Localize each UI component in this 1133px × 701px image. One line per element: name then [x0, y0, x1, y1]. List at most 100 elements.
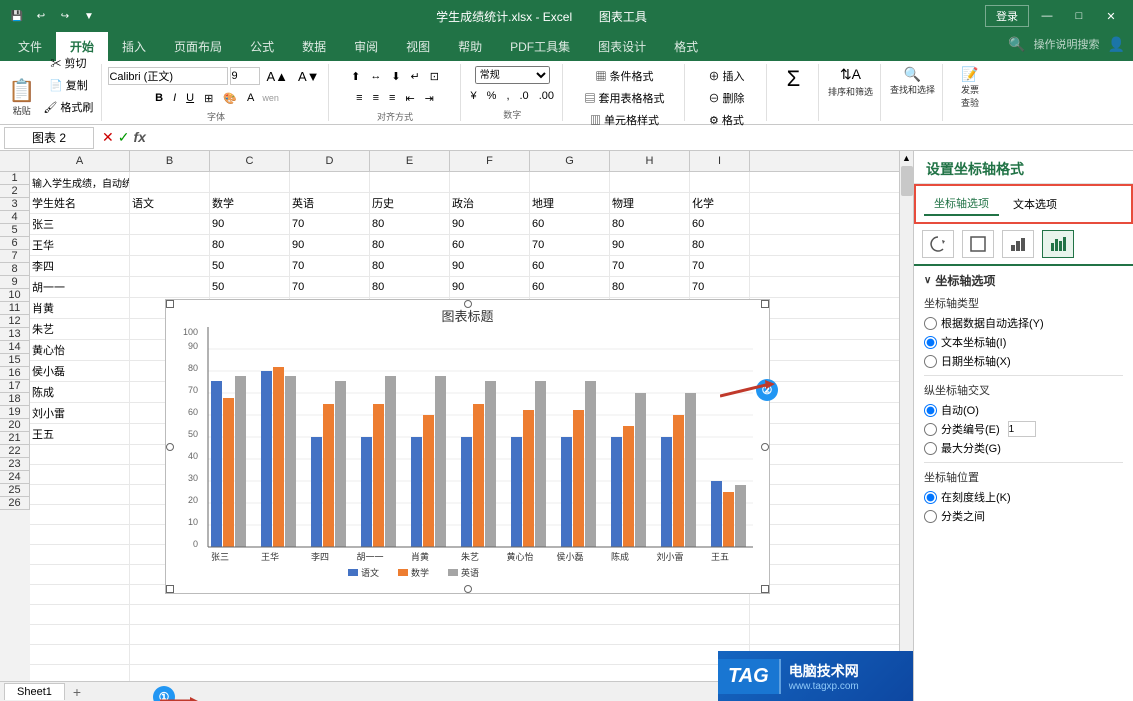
- cell-A5[interactable]: 李四: [30, 256, 130, 276]
- row-header-22[interactable]: 22: [0, 445, 30, 458]
- row-header-25[interactable]: 25: [0, 484, 30, 497]
- sort-btn[interactable]: ⇅A: [840, 66, 861, 83]
- panel-icon-chart-active[interactable]: [1042, 230, 1074, 258]
- font-size-down-btn[interactable]: A▼: [294, 66, 324, 86]
- align-top-btn[interactable]: ⬆: [347, 66, 364, 86]
- row-header-9[interactable]: 9: [0, 276, 30, 289]
- cell-C4[interactable]: 80: [210, 235, 290, 255]
- bold-btn[interactable]: B: [151, 88, 167, 108]
- add-sheet-btn[interactable]: +: [65, 682, 89, 701]
- indent-dec-btn[interactable]: ⇤: [401, 88, 418, 108]
- font-size-up-btn[interactable]: A▲: [262, 66, 292, 86]
- cell-F5[interactable]: 90: [450, 256, 530, 276]
- cell-G4[interactable]: 70: [530, 235, 610, 255]
- italic-btn[interactable]: I: [169, 88, 180, 108]
- cell-C1[interactable]: [210, 172, 290, 192]
- scroll-up-btn[interactable]: ▲: [900, 151, 913, 165]
- redo-icon[interactable]: ↪: [56, 7, 74, 25]
- cell-I6[interactable]: 70: [690, 277, 750, 297]
- insert-cells-btn[interactable]: ⊕ 插入: [704, 66, 748, 86]
- panel-icon-rotate[interactable]: [922, 230, 954, 258]
- row-header-20[interactable]: 20: [0, 419, 30, 432]
- radio-on-tick-input[interactable]: [924, 491, 937, 504]
- cell-B6[interactable]: [130, 277, 210, 297]
- tab-help[interactable]: 帮助: [444, 32, 496, 61]
- cell-H6[interactable]: 80: [610, 277, 690, 297]
- cell-A3[interactable]: 张三: [30, 214, 130, 234]
- radio-cat-num-input[interactable]: [924, 423, 937, 436]
- row-header-2[interactable]: 2: [0, 185, 30, 198]
- paste-btn[interactable]: 📋: [8, 78, 35, 104]
- cell-C5[interactable]: 50: [210, 256, 290, 276]
- search-icon[interactable]: 🔍: [1004, 32, 1029, 61]
- format-painter-btn[interactable]: 🖌 格式刷: [39, 97, 97, 117]
- cell-B3[interactable]: [130, 214, 210, 234]
- merge-btn[interactable]: ⊡: [426, 66, 443, 86]
- tab-pdf[interactable]: PDF工具集: [496, 32, 584, 61]
- user-icon[interactable]: 👤: [1104, 32, 1129, 61]
- fill-color-btn[interactable]: 🎨: [219, 88, 241, 108]
- cell-A10[interactable]: 侯小磊: [30, 361, 130, 381]
- tab-review[interactable]: 审阅: [340, 32, 392, 61]
- align-bottom-btn[interactable]: ⬇: [387, 66, 404, 86]
- cell-H2[interactable]: 物理: [610, 193, 690, 213]
- login-button[interactable]: 登录: [985, 5, 1029, 27]
- tab-view[interactable]: 视图: [392, 32, 444, 61]
- tab-insert[interactable]: 插入: [108, 32, 160, 61]
- cell-A15[interactable]: [30, 465, 130, 485]
- cell-E3[interactable]: 80: [370, 214, 450, 234]
- row-header-4[interactable]: 4: [0, 211, 30, 224]
- col-header-C[interactable]: C: [210, 151, 290, 171]
- align-right-btn[interactable]: ≡: [385, 88, 399, 108]
- cell-B5[interactable]: [130, 256, 210, 276]
- radio-text-input[interactable]: [924, 336, 937, 349]
- cell-E4[interactable]: 80: [370, 235, 450, 255]
- table-format-btn[interactable]: ▤ 套用表格格式: [580, 88, 668, 108]
- font-color-btn[interactable]: A: [243, 88, 258, 108]
- cell-B2[interactable]: 语文: [130, 193, 210, 213]
- chart-handle-bl[interactable]: [166, 585, 174, 593]
- maximize-button[interactable]: □: [1065, 5, 1093, 27]
- cat-num-input[interactable]: [1008, 421, 1036, 437]
- radio-max-cat-input[interactable]: [924, 442, 937, 455]
- row-header-1[interactable]: 1: [0, 172, 30, 185]
- cell-A1[interactable]: 输入学生成绩，自动统计学科的平均分等数据。班级：X年X班统计日期：X年X月X日: [30, 172, 130, 192]
- cell-A12[interactable]: 刘小雷: [30, 403, 130, 423]
- cell-D3[interactable]: 70: [290, 214, 370, 234]
- row-header-24[interactable]: 24: [0, 471, 30, 484]
- tab-chart-design[interactable]: 图表设计: [584, 32, 660, 61]
- chart-handle-tc[interactable]: [464, 300, 472, 308]
- cell-A14[interactable]: [30, 445, 130, 465]
- search-label[interactable]: 操作说明搜索: [1030, 32, 1104, 61]
- decimal-dec-btn[interactable]: .00: [535, 86, 558, 106]
- cell-A9[interactable]: 黄心怡: [30, 340, 130, 360]
- name-box[interactable]: [4, 127, 94, 149]
- cell-D5[interactable]: 70: [290, 256, 370, 276]
- grammar-btn[interactable]: 📝 发票 查验: [961, 66, 979, 109]
- scrollbar-thumb[interactable]: [901, 166, 913, 196]
- cell-F3[interactable]: 90: [450, 214, 530, 234]
- row-header-13[interactable]: 13: [0, 328, 30, 341]
- row-header-21[interactable]: 21: [0, 432, 30, 445]
- cell-H1[interactable]: [610, 172, 690, 192]
- col-header-H[interactable]: H: [610, 151, 690, 171]
- formula-cancel-icon[interactable]: ✕: [102, 129, 114, 146]
- chart-handle-ml[interactable]: [166, 443, 174, 451]
- tab-data[interactable]: 数据: [288, 32, 340, 61]
- cell-C2[interactable]: 数学: [210, 193, 290, 213]
- customize-icon[interactable]: ▼: [80, 7, 98, 25]
- comma-btn[interactable]: ,: [502, 86, 513, 106]
- tab-formula[interactable]: 公式: [236, 32, 288, 61]
- row-header-10[interactable]: 10: [0, 289, 30, 302]
- cell-A8[interactable]: 朱艺: [30, 319, 130, 339]
- radio-auto-input[interactable]: [924, 317, 937, 330]
- tab-layout[interactable]: 页面布局: [160, 32, 236, 61]
- formula-input[interactable]: [150, 127, 1133, 149]
- save-icon[interactable]: 💾: [8, 7, 26, 25]
- conditional-format-btn[interactable]: ▦ 条件格式: [591, 66, 657, 86]
- cell-F6[interactable]: 90: [450, 277, 530, 297]
- font-size-input[interactable]: [230, 67, 260, 85]
- row-header-26[interactable]: 26: [0, 497, 30, 510]
- cell-I5[interactable]: 70: [690, 256, 750, 276]
- chart-handle-tr[interactable]: [761, 300, 769, 308]
